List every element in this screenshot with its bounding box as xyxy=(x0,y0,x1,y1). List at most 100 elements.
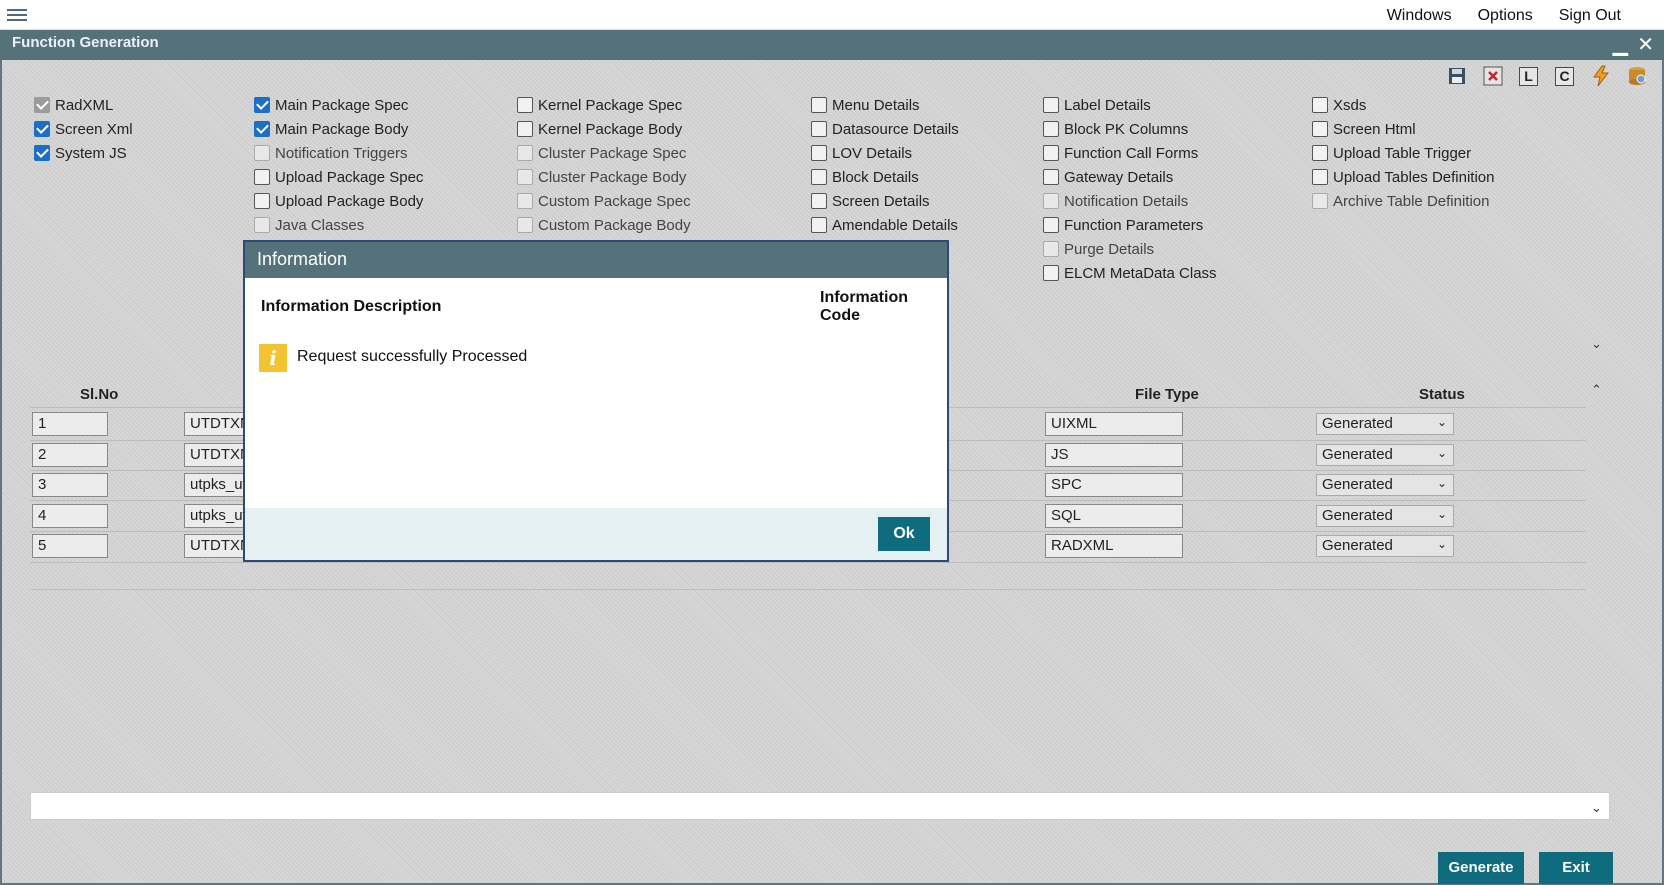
exit-button[interactable]: Exit xyxy=(1539,852,1613,884)
checkbox-archive-table-definition[interactable]: Archive Table Definition xyxy=(1312,190,1489,212)
c-icon[interactable]: C xyxy=(1551,64,1578,88)
checkbox-box[interactable] xyxy=(517,193,533,209)
row-file-type[interactable]: JS xyxy=(1045,443,1183,467)
checkbox-custom-package-spec[interactable]: Custom Package Spec xyxy=(517,190,691,212)
checkbox-box[interactable] xyxy=(254,121,270,137)
menu-sign-out[interactable]: Sign Out xyxy=(1546,0,1634,30)
checkbox-box[interactable] xyxy=(811,145,827,161)
row-slno[interactable]: 5 xyxy=(32,534,108,558)
checkbox-label-details[interactable]: Label Details xyxy=(1043,94,1151,116)
checkbox-box[interactable] xyxy=(517,97,533,113)
checkbox-box[interactable] xyxy=(1312,145,1328,161)
close-window-icon[interactable]: ✕ xyxy=(1637,32,1654,57)
checkbox-system-js[interactable]: System JS xyxy=(34,142,127,164)
grid-scroll-up-icon[interactable]: ⌃ xyxy=(1591,382,1602,398)
checkbox-box[interactable] xyxy=(1043,121,1059,137)
checkbox-screen-html[interactable]: Screen Html xyxy=(1312,118,1416,140)
checkbox-kernel-package-body[interactable]: Kernel Package Body xyxy=(517,118,682,140)
checkbox-upload-package-body[interactable]: Upload Package Body xyxy=(254,190,423,212)
checkbox-function-parameters[interactable]: Function Parameters xyxy=(1043,214,1203,236)
row-file-type[interactable]: RADXML xyxy=(1045,534,1183,558)
checkbox-java-classes[interactable]: Java Classes xyxy=(254,214,364,236)
checkbox-block-pk-columns[interactable]: Block PK Columns xyxy=(1043,118,1188,140)
checkbox-box[interactable] xyxy=(1043,169,1059,185)
checkbox-function-call-forms[interactable]: Function Call Forms xyxy=(1043,142,1198,164)
checkbox-box[interactable] xyxy=(1312,97,1328,113)
checkbox-box[interactable] xyxy=(254,145,270,161)
checkbox-purge-details[interactable]: Purge Details xyxy=(1043,238,1154,260)
grid-scroll-down-icon[interactable]: ⌄ xyxy=(1591,800,1602,816)
checkbox-box[interactable] xyxy=(517,121,533,137)
checkbox-upload-package-spec[interactable]: Upload Package Spec xyxy=(254,166,423,188)
row-slno[interactable]: 2 xyxy=(32,443,108,467)
checkbox-box[interactable] xyxy=(811,121,827,137)
checkbox-lov-details[interactable]: LOV Details xyxy=(811,142,912,164)
checkbox-box[interactable] xyxy=(1312,121,1328,137)
lightning-icon[interactable] xyxy=(1587,64,1614,88)
ok-button[interactable]: Ok xyxy=(878,517,930,551)
checkbox-box[interactable] xyxy=(254,193,270,209)
checkbox-screen-details[interactable]: Screen Details xyxy=(811,190,930,212)
checkbox-upload-table-trigger[interactable]: Upload Table Trigger xyxy=(1312,142,1471,164)
row-file-type[interactable]: SPC xyxy=(1045,473,1183,497)
checkbox-box[interactable] xyxy=(1312,193,1328,209)
row-status-select[interactable]: Generated ⌄ xyxy=(1316,444,1454,466)
database-icon[interactable] xyxy=(1623,64,1650,88)
row-status-select[interactable]: Generated ⌄ xyxy=(1316,535,1454,557)
checkbox-notification-triggers[interactable]: Notification Triggers xyxy=(254,142,408,164)
checkbox-box[interactable] xyxy=(1043,145,1059,161)
checkbox-gateway-details[interactable]: Gateway Details xyxy=(1043,166,1173,188)
checkbox-box[interactable] xyxy=(1043,241,1059,257)
hamburger-menu-icon[interactable] xyxy=(7,9,27,23)
row-file-type[interactable]: SQL xyxy=(1045,504,1183,528)
checkbox-datasource-details[interactable]: Datasource Details xyxy=(811,118,959,140)
checkbox-box[interactable] xyxy=(254,169,270,185)
row-slno[interactable]: 3 xyxy=(32,473,108,497)
row-status-select[interactable]: Generated ⌄ xyxy=(1316,474,1454,496)
delete-icon[interactable] xyxy=(1479,64,1506,88)
checkbox-box[interactable] xyxy=(517,145,533,161)
checkbox-custom-package-body[interactable]: Custom Package Body xyxy=(517,214,691,236)
minimize-icon[interactable]: ▁ xyxy=(1613,32,1628,57)
checkbox-box[interactable] xyxy=(1043,97,1059,113)
checkbox-box[interactable] xyxy=(811,193,827,209)
checkbox-menu-details[interactable]: Menu Details xyxy=(811,94,920,116)
checkbox-amendable-details[interactable]: Amendable Details xyxy=(811,214,958,236)
checkbox-box[interactable] xyxy=(811,97,827,113)
checkbox-box[interactable] xyxy=(1043,193,1059,209)
checkbox-box[interactable] xyxy=(517,169,533,185)
generate-button[interactable]: Generate xyxy=(1438,852,1524,884)
save-icon[interactable] xyxy=(1443,64,1470,88)
checkbox-notification-details[interactable]: Notification Details xyxy=(1043,190,1188,212)
row-slno[interactable]: 4 xyxy=(32,504,108,528)
checkbox-box[interactable] xyxy=(517,217,533,233)
checkbox-box[interactable] xyxy=(811,169,827,185)
menu-options[interactable]: Options xyxy=(1465,0,1546,30)
checkbox-radxml[interactable]: RadXML xyxy=(34,94,113,116)
checkbox-box[interactable] xyxy=(1312,169,1328,185)
checkbox-cluster-package-body[interactable]: Cluster Package Body xyxy=(517,166,686,188)
checkbox-box[interactable] xyxy=(34,97,50,113)
checkbox-upload-tables-definition[interactable]: Upload Tables Definition xyxy=(1312,166,1495,188)
l-icon[interactable]: L xyxy=(1515,64,1542,88)
row-file-type[interactable]: UIXML xyxy=(1045,412,1183,436)
checkbox-box[interactable] xyxy=(34,145,50,161)
checkbox-box[interactable] xyxy=(1043,217,1059,233)
checkbox-kernel-package-spec[interactable]: Kernel Package Spec xyxy=(517,94,682,116)
checkbox-xsds[interactable]: Xsds xyxy=(1312,94,1366,116)
checkbox-cluster-package-spec[interactable]: Cluster Package Spec xyxy=(517,142,686,164)
checkbox-box[interactable] xyxy=(254,217,270,233)
checkbox-box[interactable] xyxy=(1043,265,1059,281)
checkbox-box[interactable] xyxy=(254,97,270,113)
checkbox-main-package-spec[interactable]: Main Package Spec xyxy=(254,94,408,116)
options-scroll-down-icon[interactable]: ⌄ xyxy=(1591,336,1602,352)
checkbox-main-package-body[interactable]: Main Package Body xyxy=(254,118,408,140)
row-slno[interactable]: 1 xyxy=(32,412,108,436)
checkbox-box[interactable] xyxy=(811,217,827,233)
row-status-select[interactable]: Generated ⌄ xyxy=(1316,505,1454,527)
checkbox-box[interactable] xyxy=(34,121,50,137)
checkbox-block-details[interactable]: Block Details xyxy=(811,166,919,188)
row-status-select[interactable]: Generated ⌄ xyxy=(1316,413,1454,435)
menu-windows[interactable]: Windows xyxy=(1374,0,1465,30)
checkbox-screen-xml[interactable]: Screen Xml xyxy=(34,118,133,140)
